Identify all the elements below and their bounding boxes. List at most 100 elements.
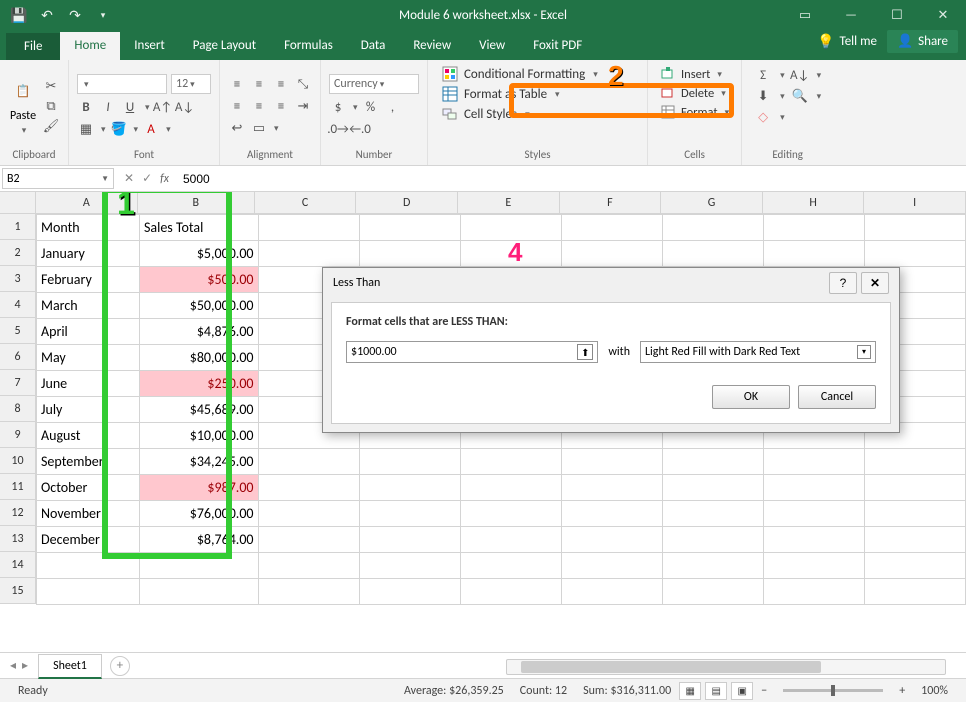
minimize-icon[interactable]: — [828,0,874,30]
row-header-10[interactable]: 10 [0,448,36,474]
underline-icon[interactable]: U [121,98,139,116]
cell[interactable] [763,215,864,241]
dialog-titlebar[interactable]: Less Than ? ✕ [323,268,899,298]
cell[interactable] [763,527,864,553]
zoom-in-button[interactable]: + [891,684,913,698]
copy-icon[interactable]: ⧉ [42,97,60,115]
cell[interactable] [561,501,662,527]
prev-sheet-icon[interactable]: ◂ [10,658,16,673]
worksheet-grid[interactable]: ABCDEFGHI 123456789101112131415 MonthSal… [0,192,966,652]
cell[interactable] [359,527,460,553]
cell[interactable]: $4,876.00 [139,319,258,345]
paste-button[interactable]: 📋 Paste ▾ [8,77,38,136]
cell[interactable]: $500.00 [139,267,258,293]
cell[interactable]: $45,689.00 [139,397,258,423]
align-top-icon[interactable]: ≡ [228,75,246,93]
column-header-C[interactable]: C [255,192,357,214]
sort-filter-icon[interactable]: A↓ [791,66,809,84]
dialog-help-icon[interactable]: ? [829,272,857,294]
zoom-label[interactable]: 100% [913,684,956,698]
threshold-input[interactable]: $1000.00 ⬆ [346,341,598,363]
align-mid-icon[interactable]: ≡ [250,75,268,93]
cell[interactable]: $8,764.00 [139,527,258,553]
cell[interactable] [359,241,460,267]
currency-icon[interactable]: $ [329,98,347,116]
cell[interactable] [763,241,864,267]
cell[interactable] [359,501,460,527]
number-format-combo[interactable]: Currency▾ [329,74,419,94]
cell[interactable] [662,449,763,475]
range-picker-icon[interactable]: ⬆ [577,344,593,360]
page-layout-view-icon[interactable]: ▤ [705,682,727,700]
tab-foxit-pdf[interactable]: Foxit PDF [519,32,596,60]
save-icon[interactable]: 💾 [8,4,30,26]
row-header-12[interactable]: 12 [0,500,36,526]
row-header-3[interactable]: 3 [0,266,36,292]
row-header-13[interactable]: 13 [0,526,36,552]
cell[interactable]: January [37,241,140,267]
cell[interactable] [258,241,359,267]
cell[interactable]: February [37,267,140,293]
row-header-5[interactable]: 5 [0,318,36,344]
cell[interactable]: May [37,345,140,371]
cell[interactable] [763,501,864,527]
cell[interactable]: July [37,397,140,423]
cell[interactable] [460,501,561,527]
cell[interactable] [561,241,662,267]
borders-icon[interactable]: ▦ [77,120,95,138]
increase-decimal-icon[interactable]: .0→ [329,120,347,138]
row-header-11[interactable]: 11 [0,474,36,500]
tab-view[interactable]: View [465,32,519,60]
row-header-2[interactable]: 2 [0,240,36,266]
cell[interactable] [662,579,763,605]
column-header-I[interactable]: I [864,192,966,214]
cell[interactable] [763,449,864,475]
cell[interactable]: $76,000.00 [139,501,258,527]
row-header-15[interactable]: 15 [0,578,36,604]
row-header-7[interactable]: 7 [0,370,36,396]
select-all-corner[interactable] [0,192,36,214]
align-right-icon[interactable]: ≡ [272,97,290,115]
orientation-icon[interactable]: ⤡ [294,75,312,93]
column-header-E[interactable]: E [458,192,560,214]
italic-icon[interactable]: I [99,98,117,116]
cell[interactable] [258,579,359,605]
tab-formulas[interactable]: Formulas [270,32,347,60]
close-icon[interactable]: ✕ [920,0,966,30]
sheet-tab-sheet1[interactable]: Sheet1 [38,654,102,679]
cell[interactable]: June [37,371,140,397]
cell-styles-button[interactable]: Cell Styles ▾ [442,106,633,122]
cell[interactable] [359,553,460,579]
cell[interactable] [864,553,965,579]
formula-input[interactable] [177,168,966,189]
cell[interactable] [359,475,460,501]
cell[interactable] [864,527,965,553]
qat-customize-icon[interactable]: ▾ [92,4,114,26]
cell[interactable] [662,501,763,527]
cell[interactable] [561,475,662,501]
fx-icon[interactable]: fx [160,172,177,186]
fill-color-icon[interactable]: 🪣 [110,120,128,138]
column-header-D[interactable]: D [356,192,458,214]
enter-formula-icon[interactable]: ✓ [142,171,152,186]
row-header-6[interactable]: 6 [0,344,36,370]
format-as-table-button[interactable]: Format as Table ▾ [442,86,633,102]
page-break-view-icon[interactable]: ▣ [731,682,753,700]
cell[interactable] [139,579,258,605]
cell[interactable] [561,449,662,475]
cell[interactable] [864,501,965,527]
zoom-out-button[interactable]: − [753,684,775,698]
row-header-14[interactable]: 14 [0,552,36,578]
cell[interactable] [37,579,140,605]
cell[interactable] [359,579,460,605]
percent-icon[interactable]: % [362,98,380,116]
indent-icon[interactable]: ⇥ [294,97,312,115]
redo-icon[interactable]: ↷ [64,4,86,26]
format-select[interactable]: Light Red Fill with Dark Red Text ▾ [640,341,876,363]
cell[interactable]: $50,000.00 [139,293,258,319]
cell[interactable] [561,527,662,553]
tab-insert[interactable]: Insert [120,32,179,60]
clear-icon[interactable]: ◇ [754,108,772,126]
cell[interactable]: $10,000.00 [139,423,258,449]
align-center-icon[interactable]: ≡ [250,97,268,115]
